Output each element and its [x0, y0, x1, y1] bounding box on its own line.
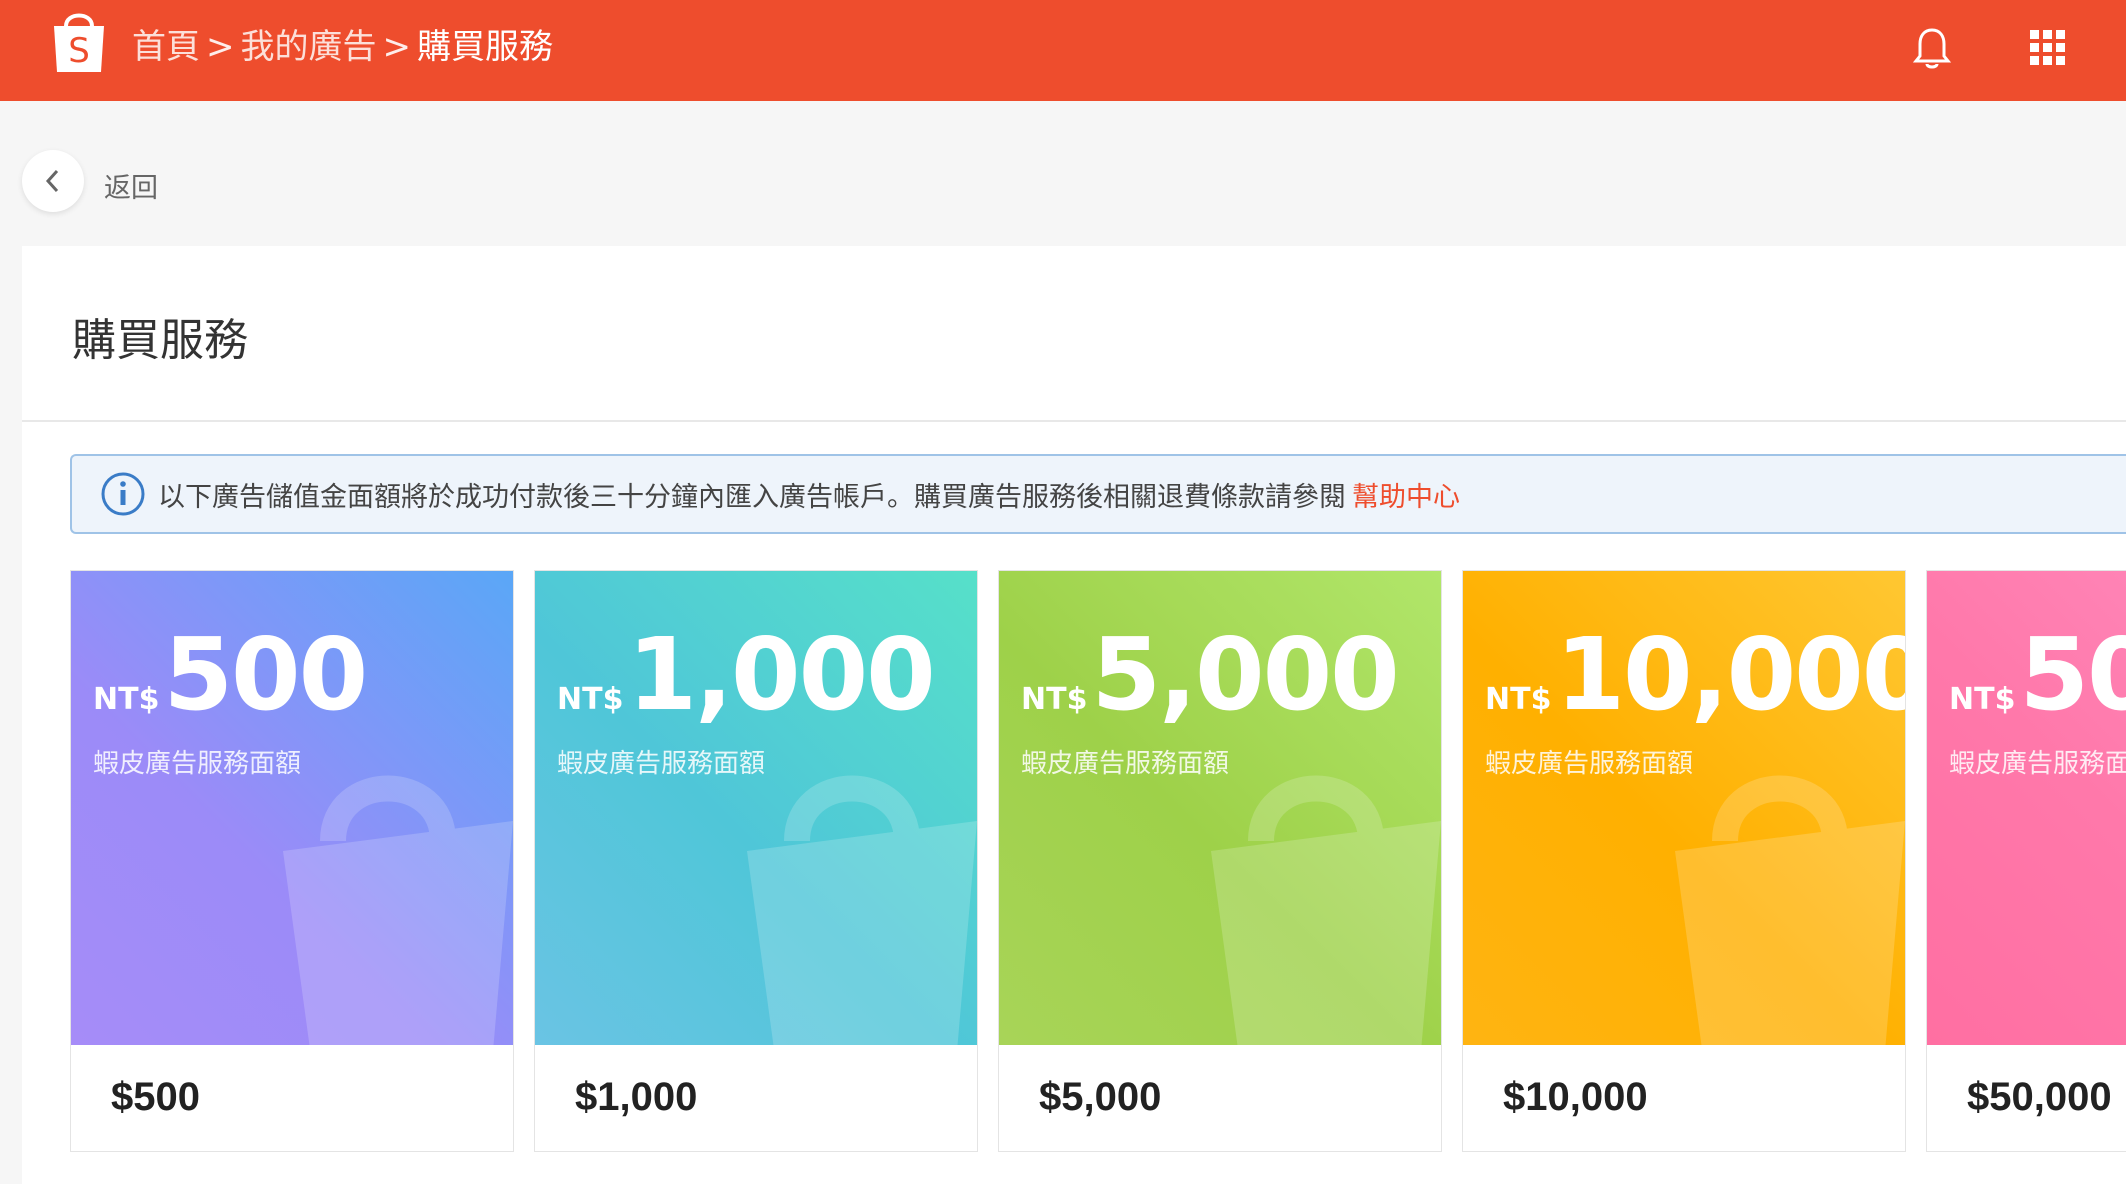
- notification-bell-icon[interactable]: [1912, 26, 1952, 70]
- card-50000[interactable]: NT$ 50,000 蝦皮廣告服務面額 $50,000: [1926, 570, 2126, 1152]
- currency-label: NT$: [557, 682, 624, 717]
- chevron-left-icon: [45, 169, 59, 193]
- card-visual: NT$ 1,000 蝦皮廣告服務面額: [535, 571, 977, 1045]
- back-button[interactable]: [22, 150, 84, 212]
- amount-value: 1,000: [627, 616, 935, 733]
- card-price: $50,000: [1967, 1075, 2112, 1119]
- breadcrumb-separator: >: [382, 27, 412, 67]
- currency-label: NT$: [1949, 682, 2016, 717]
- card-500[interactable]: NT$ 500 蝦皮廣告服務面額 $500: [70, 570, 514, 1152]
- amount-value: 500: [163, 616, 368, 733]
- currency-label: NT$: [1021, 682, 1088, 717]
- card-10000[interactable]: NT$ 10,000 蝦皮廣告服務面額 $10,000: [1462, 570, 1906, 1152]
- card-visual: NT$ 10,000 蝦皮廣告服務面額: [1463, 571, 1905, 1045]
- shopping-bag-watermark-icon: [283, 775, 513, 1045]
- amount-value: 5,000: [1091, 616, 1399, 733]
- breadcrumb-separator: >: [206, 27, 235, 67]
- shopping-bag-watermark-icon: [747, 775, 977, 1045]
- help-center-link[interactable]: 幫助中心: [1352, 475, 1460, 514]
- info-icon: [101, 472, 145, 516]
- card-visual: NT$ 500 蝦皮廣告服務面額: [71, 571, 513, 1045]
- card-price: $500: [111, 1075, 200, 1119]
- card-visual: NT$ 50,000 蝦皮廣告服務面額: [1927, 571, 2126, 1045]
- amount-value: 50,000: [2019, 616, 2126, 733]
- page-title: 購買服務: [72, 315, 248, 366]
- breadcrumb: 首頁 > 我的廣告 > 購買服務: [132, 22, 553, 72]
- shopping-bag-watermark-icon: [1211, 775, 1441, 1045]
- top-navigation-bar: S 首頁 > 我的廣告 > 購買服務: [0, 0, 2126, 101]
- card-price: $10,000: [1503, 1075, 1648, 1119]
- breadcrumb-current: 購買服務: [417, 27, 553, 67]
- apps-grid-icon[interactable]: [2030, 30, 2066, 66]
- back-label[interactable]: 返回: [104, 166, 158, 205]
- breadcrumb-home[interactable]: 首頁: [132, 22, 200, 72]
- info-notice: 以下廣告儲值金面額將於成功付款後三十分鐘內匯入廣告帳戶。購買廣告服務後相關退費條…: [70, 454, 2126, 534]
- divider: [22, 420, 2126, 422]
- currency-label: NT$: [93, 682, 160, 717]
- breadcrumb-my-ads[interactable]: 我的廣告: [241, 22, 377, 72]
- shopping-bag-watermark-icon: [1675, 775, 1905, 1045]
- card-visual: NT$ 5,000 蝦皮廣告服務面額: [999, 571, 1441, 1045]
- notice-text: 以下廣告儲值金面額將於成功付款後三十分鐘內匯入廣告帳戶。購買廣告服務後相關退費條…: [158, 481, 1346, 513]
- svg-text:S: S: [68, 31, 90, 71]
- card-5000[interactable]: NT$ 5,000 蝦皮廣告服務面額 $5,000: [998, 570, 1442, 1152]
- card-price: $1,000: [575, 1075, 698, 1119]
- amount-value: 10,000: [1555, 616, 1905, 733]
- currency-label: NT$: [1485, 682, 1552, 717]
- card-price: $5,000: [1039, 1075, 1162, 1119]
- purchase-panel: 購買服務 以下廣告儲值金面額將於成功付款後三十分鐘內匯入廣告帳戶。購買廣告服務後…: [22, 246, 2126, 1184]
- card-1000[interactable]: NT$ 1,000 蝦皮廣告服務面額 $1,000: [534, 570, 978, 1152]
- card-subtitle: 蝦皮廣告服務面額: [1949, 749, 2126, 779]
- shopee-logo-icon[interactable]: S: [48, 6, 110, 76]
